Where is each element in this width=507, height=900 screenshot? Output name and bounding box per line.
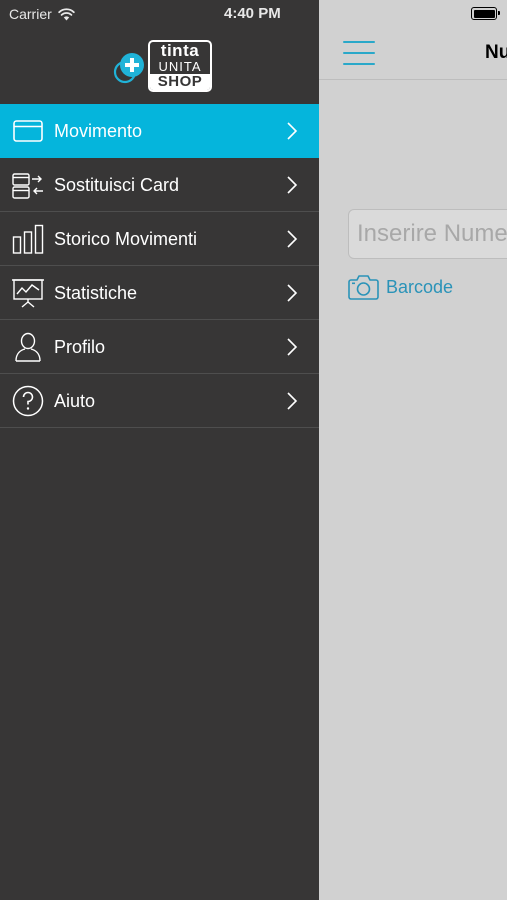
drawer-menu: Movimento Sostituisci Card Storico Movim… <box>0 104 319 428</box>
menu-item-label: Movimento <box>54 121 143 141</box>
bar-chart-icon <box>11 222 45 256</box>
logo-wordmark: tinta UNITA SHOP <box>148 40 212 92</box>
menu-item-sostituisci-card[interactable]: Sostituisci Card <box>0 158 319 212</box>
page-title: Nu <box>485 42 507 63</box>
swap-cards-icon <box>11 168 45 202</box>
menu-item-storico-movimenti[interactable]: Storico Movimenti <box>0 212 319 266</box>
menu-item-label: Profilo <box>54 337 106 357</box>
chevron-right-icon <box>287 284 298 302</box>
carrier-label: Carrier <box>9 6 52 22</box>
menu-item-aiuto[interactable]: Aiuto <box>0 374 319 428</box>
chevron-right-icon <box>287 392 298 410</box>
battery-icon <box>471 7 500 20</box>
logo-plus-badge-icon <box>113 53 144 84</box>
chevron-right-icon <box>287 338 298 356</box>
presentation-chart-icon <box>11 276 45 310</box>
main-status-bar <box>319 0 507 28</box>
menu-item-label: Storico Movimenti <box>54 229 198 249</box>
hamburger-menu-icon[interactable] <box>343 41 375 65</box>
menu-item-label: Statistiche <box>54 283 138 303</box>
menu-item-label: Sostituisci Card <box>54 175 180 195</box>
menu-item-profilo[interactable]: Profilo <box>0 320 319 374</box>
menu-item-statistiche[interactable]: Statistiche <box>0 266 319 320</box>
chevron-right-icon <box>287 230 298 248</box>
status-time: 4:40 PM <box>224 5 281 22</box>
camera-icon <box>348 275 379 300</box>
menu-item-label: Aiuto <box>54 391 96 411</box>
main-panel: Nu Barcode <box>319 0 507 900</box>
menu-item-movimento[interactable]: Movimento <box>0 104 319 158</box>
card-number-input[interactable] <box>348 209 507 259</box>
chevron-right-icon <box>287 176 298 194</box>
logo-line3: SHOP <box>150 74 210 90</box>
chevron-right-icon <box>287 122 298 140</box>
logo-line1: tinta <box>160 41 200 60</box>
barcode-label: Barcode <box>386 276 454 297</box>
logo-line2: UNITA <box>158 59 202 74</box>
carrier-group: Carrier <box>9 6 75 22</box>
help-circle-icon <box>11 384 45 418</box>
app-logo: tinta UNITA SHOP <box>113 38 215 94</box>
side-drawer: Carrier 4:40 PM tinta UNITA SHOP Movimen… <box>0 0 319 900</box>
status-bar: Carrier 4:40 PM <box>0 0 319 28</box>
main-navbar: Nu <box>319 28 507 80</box>
barcode-button[interactable]: Barcode <box>348 273 453 301</box>
user-icon <box>11 330 45 364</box>
wifi-icon <box>58 7 75 20</box>
card-icon <box>11 114 45 148</box>
